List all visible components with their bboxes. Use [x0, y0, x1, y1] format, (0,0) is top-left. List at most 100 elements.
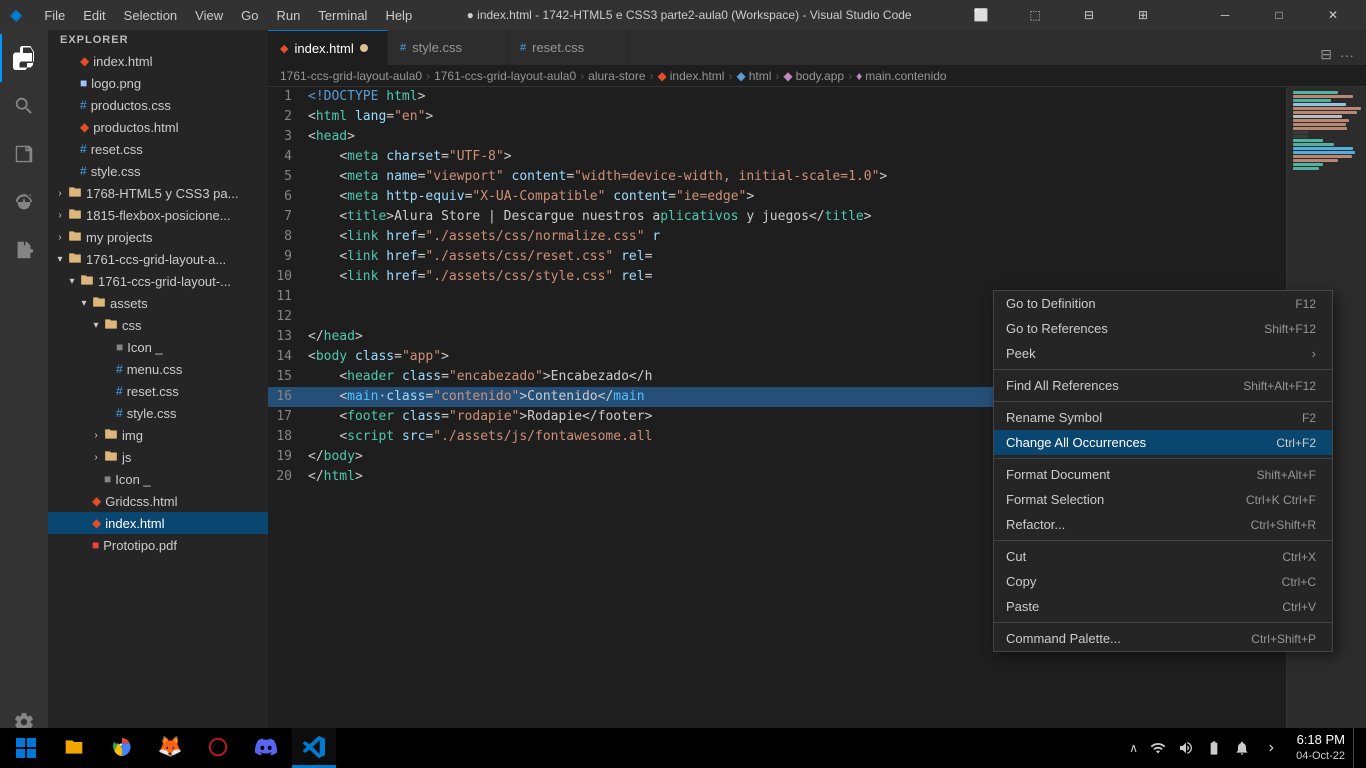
tab-style-css[interactable]: # style.css [388, 30, 508, 65]
line-content-8[interactable]: <link href="./assets/css/normalize.css" … [308, 227, 1286, 247]
line-content-1[interactable]: <!DOCTYPE html> [308, 87, 1286, 107]
line-content-7[interactable]: <title>Alura Store | Descargue nuestros … [308, 207, 1286, 227]
line-content-10[interactable]: <link href="./assets/css/style.css" rel= [308, 267, 1286, 287]
breadcrumb-body[interactable]: ◆ body.app [783, 69, 844, 83]
breadcrumb-part-1[interactable]: 1761-ccs-grid-layout-aula0 [434, 69, 576, 83]
taskbar-firefox[interactable]: 🦊 [148, 728, 192, 768]
sidebar-item-icon-2[interactable]: ■Icon _ [48, 468, 268, 490]
code-line-7: 7 <title>Alura Store | Descargue nuestro… [268, 207, 1286, 227]
line-number-8: 8 [268, 227, 308, 247]
ctx-item-go-to-def[interactable]: Go to DefinitionF12 [994, 291, 1332, 316]
taskbar-explorer[interactable] [52, 728, 96, 768]
ctx-item-format-sel[interactable]: Format SelectionCtrl+K Ctrl+F [994, 487, 1332, 512]
ctx-item-peek[interactable]: Peek› [994, 341, 1332, 366]
sidebar-item-style-css-2[interactable]: #style.css [48, 402, 268, 424]
sidebar-item-js[interactable]: js [48, 446, 268, 468]
sidebar-item-productos-html[interactable]: ◆productos.html [48, 116, 268, 138]
tab-more-btn[interactable]: ··· [1336, 45, 1358, 65]
menu-terminal[interactable]: Terminal [310, 6, 375, 25]
file-icon-menu-css: # [116, 362, 123, 376]
taskbar-show-desktop[interactable] [1353, 728, 1362, 768]
ctx-item-find-all-ref[interactable]: Find All ReferencesShift+Alt+F12 [994, 373, 1332, 398]
sidebar-label-reset-css-2: reset.css [127, 384, 179, 399]
clock-display[interactable]: 6:18 PM 04-Oct-22 [1292, 728, 1349, 768]
ctx-item-format-doc[interactable]: Format DocumentShift+Alt+F [994, 462, 1332, 487]
sidebar-item-my-projects[interactable]: my projects [48, 226, 268, 248]
sidebar-item-1761-ccs-2[interactable]: 1761-ccs-grid-layout-... [48, 270, 268, 292]
taskbar-chrome[interactable] [100, 728, 144, 768]
sidebar-item-prototipo[interactable]: ■Prototipo.pdf [48, 534, 268, 556]
sidebar-item-logo-png[interactable]: ■logo.png [48, 72, 268, 94]
menu-file[interactable]: File [36, 6, 73, 25]
ctx-item-rename-symbol[interactable]: Rename SymbolF2 [994, 405, 1332, 430]
ctx-item-command-palette[interactable]: Command Palette...Ctrl+Shift+P [994, 626, 1332, 651]
close-button[interactable]: ✕ [1310, 0, 1356, 30]
line-content-3[interactable]: <head> [308, 127, 1286, 147]
maximize-button[interactable]: □ [1256, 0, 1302, 30]
line-content-9[interactable]: <link href="./assets/css/reset.css" rel= [308, 247, 1286, 267]
sidebar-item-img[interactable]: img [48, 424, 268, 446]
ctx-item-paste[interactable]: PasteCtrl+V [994, 594, 1332, 619]
ctx-shortcut-change-all: Ctrl+F2 [1276, 436, 1316, 450]
line-content-2[interactable]: <html lang="en"> [308, 107, 1286, 127]
activity-git-icon[interactable] [0, 130, 48, 178]
layout-icon[interactable]: ⬜ [958, 0, 1004, 30]
ctx-item-refactor[interactable]: Refactor...Ctrl+Shift+R [994, 512, 1332, 537]
taskbar-tray-icons[interactable] [1258, 728, 1288, 768]
activity-debug-icon[interactable] [0, 178, 48, 226]
taskbar-battery-icon[interactable] [1202, 728, 1226, 768]
sidebar-item-1768[interactable]: 1768-HTML5 y CSS3 pa... [48, 182, 268, 204]
sidebar-item-css[interactable]: css [48, 314, 268, 336]
taskbar-vscode[interactable] [292, 728, 336, 768]
menu-edit[interactable]: Edit [75, 6, 113, 25]
menu-run[interactable]: Run [268, 6, 308, 25]
tab-layout-btn[interactable]: ⊟ [1316, 44, 1336, 65]
sidebar-item-assets[interactable]: assets [48, 292, 268, 314]
activity-search-icon[interactable] [0, 82, 48, 130]
ctx-item-go-to-ref[interactable]: Go to ReferencesShift+F12 [994, 316, 1332, 341]
breadcrumb-part-2[interactable]: alura-store [588, 69, 645, 83]
taskbar-network-icon[interactable] [1146, 728, 1170, 768]
grid-icon[interactable]: ⊞ [1120, 0, 1166, 30]
line-content-5[interactable]: <meta name="viewport" content="width=dev… [308, 167, 1286, 187]
activity-explorer-icon[interactable] [0, 34, 48, 82]
layout2-icon[interactable]: ⬚ [1012, 0, 1058, 30]
sidebar-item-productos-css[interactable]: #productos.css [48, 94, 268, 116]
layout3-icon[interactable]: ⊟ [1066, 0, 1112, 30]
sidebar-item-menu-css[interactable]: #menu.css [48, 358, 268, 380]
taskbar-chevron-up[interactable]: ∧ [1125, 728, 1142, 768]
tab-index-html[interactable]: ◆ index.html [268, 30, 388, 65]
ctx-item-cut[interactable]: CutCtrl+X [994, 544, 1332, 569]
breadcrumb-file[interactable]: ◆ index.html [658, 69, 725, 83]
line-content-6[interactable]: <meta http-equiv="X-UA-Compatible" conte… [308, 187, 1286, 207]
file-icon-index-html-main: ◆ [92, 516, 101, 530]
sidebar-item-gridcss[interactable]: ◆Gridcss.html [48, 490, 268, 512]
sidebar-item-1815[interactable]: 1815-flexbox-posicione... [48, 204, 268, 226]
tab-reset-css[interactable]: # reset.css [508, 30, 628, 65]
menu-go[interactable]: Go [233, 6, 266, 25]
breadcrumb-main[interactable]: ♦ main.contenido [856, 69, 947, 83]
ctx-item-copy[interactable]: CopyCtrl+C [994, 569, 1332, 594]
taskbar-volume-icon[interactable] [1174, 728, 1198, 768]
taskbar-discord[interactable] [244, 728, 288, 768]
ctx-item-change-all[interactable]: Change All OccurrencesCtrl+F2 [994, 430, 1332, 455]
menu-view[interactable]: View [187, 6, 231, 25]
start-button[interactable] [4, 728, 48, 768]
line-content-4[interactable]: <meta charset="UTF-8"> [308, 147, 1286, 167]
sidebar-item-icon-css[interactable]: ■Icon _ [48, 336, 268, 358]
taskbar-opera[interactable] [196, 728, 240, 768]
breadcrumb-html[interactable]: ◆ html [736, 69, 771, 83]
menu-selection[interactable]: Selection [116, 6, 185, 25]
sidebar-item-index-html-top[interactable]: ◆index.html [48, 50, 268, 72]
sidebar-item-index-html-main[interactable]: ◆index.html [48, 512, 268, 534]
sidebar-item-reset-css-2[interactable]: #reset.css [48, 380, 268, 402]
sidebar-item-1761-ccs[interactable]: 1761-ccs-grid-layout-a... [48, 248, 268, 270]
menu-help[interactable]: Help [377, 6, 420, 25]
minimize-button[interactable]: ─ [1202, 0, 1248, 30]
sidebar-item-reset-css[interactable]: #reset.css [48, 138, 268, 160]
clock-date: 04-Oct-22 [1296, 749, 1345, 763]
activity-extensions-icon[interactable] [0, 226, 48, 274]
taskbar-notification-icon[interactable] [1230, 728, 1254, 768]
sidebar-item-style-css-1[interactable]: #style.css [48, 160, 268, 182]
breadcrumb-part-0[interactable]: 1761-ccs-grid-layout-aula0 [280, 69, 422, 83]
